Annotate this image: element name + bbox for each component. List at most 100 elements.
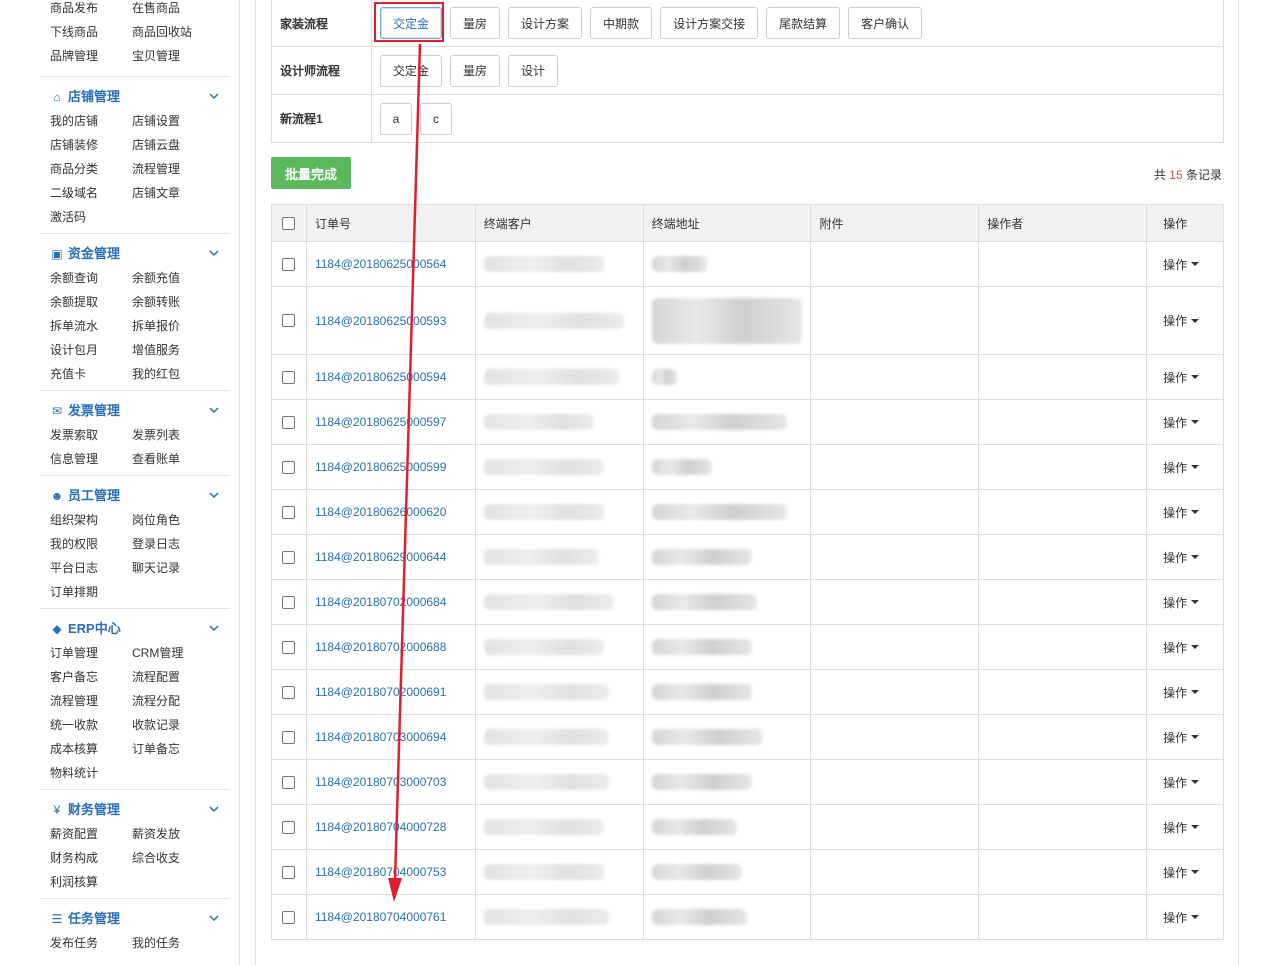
- sidebar-item[interactable]: 订单排期: [50, 580, 132, 604]
- sidebar-item[interactable]: 店铺云盘: [132, 133, 232, 157]
- sidebar-item[interactable]: 统一收款: [50, 713, 132, 737]
- sidebar-item[interactable]: 激活码: [50, 205, 132, 229]
- order-number-link[interactable]: 1184@20180704000728: [315, 820, 446, 834]
- row-action-dropdown[interactable]: 操作: [1163, 504, 1200, 521]
- row-checkbox[interactable]: [282, 460, 296, 474]
- sidebar-item[interactable]: 流程分配: [132, 689, 232, 713]
- sidebar-item[interactable]: 流程管理: [132, 157, 232, 181]
- row-checkbox-cell[interactable]: [272, 445, 306, 489]
- row-checkbox[interactable]: [282, 550, 296, 564]
- sidebar-section-header[interactable]: ▣ 资金管理: [40, 242, 230, 266]
- sidebar-item[interactable]: 薪资发放: [132, 822, 232, 846]
- order-number-link[interactable]: 1184@20180702000688: [315, 640, 446, 654]
- sidebar-item[interactable]: 登录日志: [132, 532, 232, 556]
- flow-step-button[interactable]: 客户确认: [848, 7, 923, 39]
- chevron-down-icon[interactable]: [208, 489, 220, 501]
- order-number-link[interactable]: 1184@20180703000694: [315, 730, 446, 744]
- sidebar-item[interactable]: 品牌管理: [50, 44, 132, 68]
- row-action-dropdown[interactable]: 操作: [1163, 639, 1200, 656]
- sidebar-item[interactable]: 拆单报价: [132, 314, 232, 338]
- sidebar-item[interactable]: 订单备忘: [132, 737, 232, 761]
- sidebar-item[interactable]: 我的任务: [132, 931, 232, 955]
- select-all-checkbox[interactable]: [282, 216, 296, 230]
- sidebar-section-header[interactable]: ◆ ERP中心: [40, 617, 230, 641]
- sidebar-item[interactable]: 利润核算: [50, 870, 132, 894]
- sidebar-item[interactable]: 订单管理: [50, 641, 132, 665]
- sidebar-item[interactable]: 余额转账: [132, 290, 232, 314]
- sidebar-item[interactable]: 财务构成: [50, 846, 132, 870]
- sidebar-item[interactable]: 我的权限: [50, 532, 132, 556]
- chevron-down-icon[interactable]: [208, 90, 220, 102]
- sidebar-item[interactable]: 在售商品: [132, 0, 232, 20]
- sidebar-item[interactable]: CRM管理: [132, 641, 232, 665]
- row-checkbox[interactable]: [282, 820, 296, 834]
- batch-complete-button[interactable]: 批量完成: [271, 157, 351, 189]
- sidebar-item[interactable]: 二级域名: [50, 181, 132, 205]
- sidebar-item[interactable]: 岗位角色: [132, 508, 232, 532]
- sidebar-section-header[interactable]: ✉ 发票管理: [40, 399, 230, 423]
- flow-step-button[interactable]: 中期款: [590, 7, 653, 39]
- row-checkbox-cell[interactable]: [272, 580, 306, 624]
- row-checkbox[interactable]: [282, 640, 296, 654]
- order-number-link[interactable]: 1184@20180702000684: [315, 595, 446, 609]
- row-checkbox-cell[interactable]: [272, 490, 306, 534]
- row-checkbox-cell[interactable]: [272, 400, 306, 444]
- sidebar-item[interactable]: 发票列表: [132, 423, 232, 447]
- order-number-link[interactable]: 1184@20180625000593: [315, 314, 446, 328]
- order-number-link[interactable]: 1184@20180625000597: [315, 415, 446, 429]
- row-checkbox[interactable]: [282, 865, 296, 879]
- row-checkbox[interactable]: [282, 595, 296, 609]
- sidebar-item[interactable]: 下线商品: [50, 20, 132, 44]
- row-checkbox-cell[interactable]: [272, 625, 306, 669]
- sidebar-item[interactable]: 收款记录: [132, 713, 232, 737]
- row-checkbox-cell[interactable]: [272, 242, 306, 286]
- sidebar-item[interactable]: 充值卡: [50, 362, 132, 386]
- chevron-down-icon[interactable]: [208, 622, 220, 634]
- row-action-dropdown[interactable]: 操作: [1163, 774, 1200, 791]
- row-action-dropdown[interactable]: 操作: [1163, 369, 1200, 386]
- row-checkbox[interactable]: [282, 910, 296, 924]
- order-number-link[interactable]: 1184@20180704000761: [315, 910, 446, 924]
- sidebar-item[interactable]: 物料统计: [50, 761, 132, 785]
- sidebar-item[interactable]: 拆单流水: [50, 314, 132, 338]
- flow-step-button[interactable]: 交定金: [380, 54, 443, 87]
- sidebar-item[interactable]: 流程管理: [50, 689, 132, 713]
- row-checkbox[interactable]: [282, 370, 296, 384]
- row-action-dropdown[interactable]: 操作: [1163, 312, 1200, 329]
- row-checkbox-cell[interactable]: [272, 715, 306, 759]
- row-checkbox-cell[interactable]: [272, 805, 306, 849]
- row-checkbox-cell[interactable]: [272, 355, 306, 399]
- flow-step-button[interactable]: 量房: [450, 7, 501, 39]
- row-action-dropdown[interactable]: 操作: [1163, 549, 1200, 566]
- sidebar-section-header[interactable]: ☻ 员工管理: [40, 484, 230, 508]
- sidebar-section-header[interactable]: ☰ 任务管理: [40, 907, 230, 931]
- sidebar-item[interactable]: 发票索取: [50, 423, 132, 447]
- order-number-link[interactable]: 1184@20180626000620: [315, 505, 446, 519]
- row-action-dropdown[interactable]: 操作: [1163, 256, 1200, 273]
- sidebar-item[interactable]: 我的店铺: [50, 109, 132, 133]
- row-action-dropdown[interactable]: 操作: [1163, 684, 1200, 701]
- sidebar-item[interactable]: 查看账单: [132, 447, 232, 471]
- row-checkbox-cell[interactable]: [272, 535, 306, 579]
- order-number-link[interactable]: 1184@20180704000753: [315, 865, 446, 879]
- row-action-dropdown[interactable]: 操作: [1163, 459, 1200, 476]
- sidebar-item[interactable]: 增值服务: [132, 338, 232, 362]
- sidebar-item[interactable]: 店铺装修: [50, 133, 132, 157]
- sidebar-item[interactable]: 发布任务: [50, 931, 132, 955]
- sidebar-item[interactable]: 余额查询: [50, 266, 132, 290]
- row-checkbox-cell[interactable]: [272, 895, 306, 939]
- row-action-dropdown[interactable]: 操作: [1163, 909, 1200, 926]
- sidebar-item[interactable]: 宝贝管理: [132, 44, 232, 68]
- chevron-down-icon[interactable]: [208, 247, 220, 259]
- chevron-down-icon[interactable]: [208, 404, 220, 416]
- sidebar-section-header[interactable]: ⌂ 店铺管理: [40, 85, 230, 109]
- select-all-checkbox-cell[interactable]: [272, 205, 306, 241]
- row-checkbox[interactable]: [282, 685, 296, 699]
- row-checkbox[interactable]: [282, 314, 296, 327]
- flow-step-button[interactable]: 量房: [450, 54, 501, 87]
- row-checkbox[interactable]: [282, 775, 296, 789]
- order-number-link[interactable]: 1184@20180625000564: [315, 257, 446, 271]
- row-checkbox-cell[interactable]: [272, 760, 306, 804]
- sidebar-item[interactable]: 综合收支: [132, 846, 232, 870]
- sidebar-section-header[interactable]: ¥ 财务管理: [40, 798, 230, 822]
